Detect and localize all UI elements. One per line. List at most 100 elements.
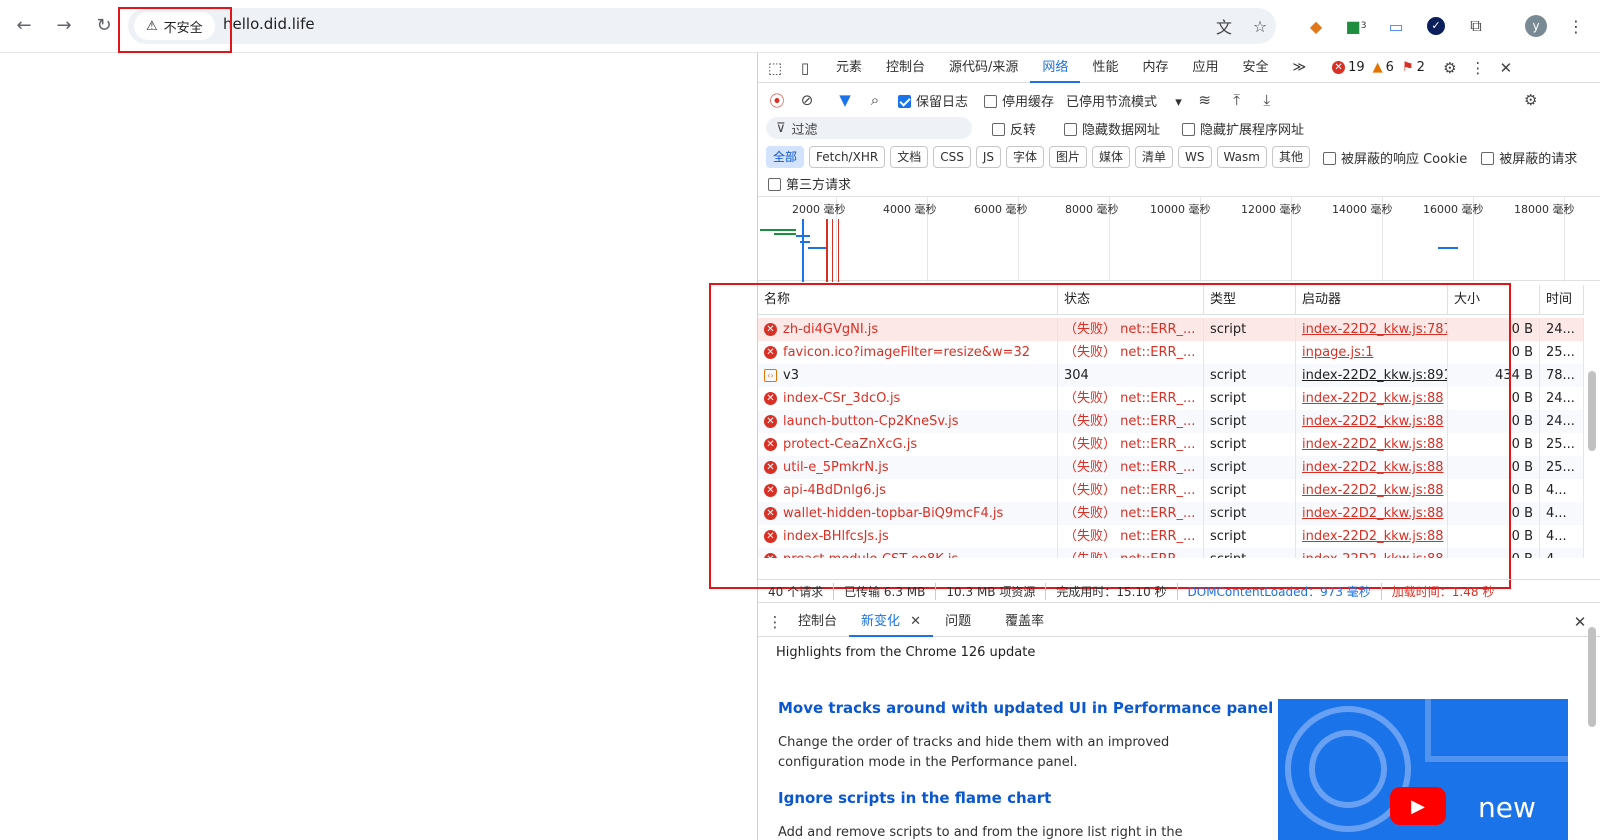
filter-funnel-icon[interactable]: ▼ <box>834 89 856 111</box>
whats-new-video-thumbnail[interactable]: ▶ new <box>1278 699 1568 840</box>
table-scrollbar[interactable] <box>1588 371 1596 451</box>
hide-extension-urls-checkbox[interactable]: 隐藏扩展程序网址 <box>1182 119 1304 138</box>
timeline-tick-label: 6000 毫秒 <box>974 203 1028 216</box>
cell-time: 24... <box>1540 318 1584 341</box>
cell-time: 4... <box>1540 479 1584 502</box>
tab-performance[interactable]: 性能 <box>1080 53 1130 83</box>
drawer-menu-icon[interactable]: ⋮ <box>764 611 786 633</box>
extension-green-icon[interactable]: ■ 3 <box>1344 14 1368 38</box>
whats-new-heading-2[interactable]: Ignore scripts in the flame chart <box>778 789 1051 807</box>
more-tabs-button[interactable]: ≫ <box>1281 53 1319 83</box>
play-button-icon[interactable]: ▶ <box>1390 787 1446 825</box>
filter-funnel-small-icon: ⊽ <box>776 120 786 136</box>
type-fetch-xhr[interactable]: Fetch/XHR <box>809 146 886 168</box>
type-css[interactable]: CSS <box>933 146 971 168</box>
cell-time: 4... <box>1540 502 1584 525</box>
summary-resources: 10.3 MB 项资源 <box>936 582 1047 600</box>
tab-memory[interactable]: 内存 <box>1130 53 1180 83</box>
third-party-checkbox[interactable]: 第三方请求 <box>768 174 851 193</box>
summary-finish: 完成用时：15.10 秒 <box>1046 582 1178 600</box>
drawer-tab-issues[interactable]: 问题 <box>933 607 983 637</box>
drawer-tab-whats-new[interactable]: 新变化 ✕ <box>849 607 934 637</box>
tab-elements[interactable]: 元素 <box>824 53 874 83</box>
waterfall-bar <box>774 233 796 235</box>
metamask-extension-icon[interactable]: ◆ <box>1304 14 1328 38</box>
type-ws[interactable]: WS <box>1178 146 1212 168</box>
type-img[interactable]: 图片 <box>1049 146 1088 168</box>
filter-input[interactable]: ⊽ 过滤 <box>766 117 972 139</box>
forward-arrow-icon[interactable]: → <box>52 14 76 38</box>
type-manifest[interactable]: 清单 <box>1135 146 1174 168</box>
timeline-tick-label: 18000 毫秒 <box>1514 203 1575 216</box>
network-settings-gear-icon[interactable]: ⚙ <box>1520 89 1542 111</box>
tab-console[interactable]: 控制台 <box>874 53 937 83</box>
blocked-requests-checkbox[interactable]: 被屏蔽的请求 <box>1481 148 1577 167</box>
hide-data-urls-checkbox[interactable]: 隐藏数据网址 <box>1064 119 1160 138</box>
waterfall-bar <box>808 247 826 249</box>
close-devtools-icon[interactable]: ✕ <box>1495 57 1517 79</box>
type-media[interactable]: 媒体 <box>1092 146 1131 168</box>
preserve-log-checkbox[interactable]: 保留日志 <box>898 91 968 110</box>
network-conditions-icon[interactable]: ≋ <box>1194 89 1216 111</box>
cell-time: 25... <box>1540 433 1584 456</box>
tab-application[interactable]: 应用 <box>1180 53 1230 83</box>
reload-icon[interactable]: ↻ <box>92 14 116 38</box>
issues-count[interactable]: ⚑ 2 <box>1402 60 1425 75</box>
extension-check-icon[interactable]: ✓ <box>1424 14 1448 38</box>
whats-new-paragraph-1: Change the order of tracks and hide them… <box>778 735 1170 770</box>
whats-new-scrollbar[interactable] <box>1588 627 1596 727</box>
type-font[interactable]: 字体 <box>1005 146 1044 168</box>
download-icon[interactable]: ⤓ <box>1256 89 1278 111</box>
blocked-cookies-checkbox[interactable]: 被屏蔽的响应 Cookie <box>1322 148 1467 167</box>
warning-count[interactable]: ▲ 6 <box>1373 60 1394 75</box>
type-all[interactable]: 全部 <box>766 146 805 168</box>
avatar[interactable]: y <box>1524 14 1548 38</box>
url-text[interactable]: hello.did.life <box>223 15 315 33</box>
summary-transferred: 已传输 6.3 MB <box>834 582 937 600</box>
cell-time: 4... <box>1540 548 1584 558</box>
timeline-tick-label: 2000 毫秒 <box>792 203 846 216</box>
settings-gear-icon[interactable]: ⚙ <box>1439 57 1461 79</box>
tab-sources[interactable]: 源代码/来源 <box>937 53 1030 83</box>
col-time[interactable]: 时间 <box>1540 284 1584 315</box>
type-wasm[interactable]: Wasm <box>1216 146 1267 168</box>
network-overview-timeline[interactable]: 2000 毫秒 4000 毫秒 6000 毫秒 8000 毫秒 10000 毫秒… <box>758 196 1600 282</box>
error-count[interactable]: ✕ 19 <box>1332 60 1365 75</box>
type-filter-row: 全部 Fetch/XHR 文档 CSS JS 字体 图片 媒体 清单 WS Wa… <box>758 142 1600 172</box>
extensions-puzzle-icon[interactable]: ⧉ <box>1464 14 1488 38</box>
whats-new-heading-1[interactable]: Move tracks around with updated UI in Pe… <box>778 699 1273 717</box>
back-arrow-icon[interactable]: ← <box>12 14 36 38</box>
more-vert-icon[interactable]: ⋮ <box>1564 14 1588 38</box>
record-stop-icon[interactable]: ⦿ <box>766 89 788 111</box>
disable-cache-checkbox[interactable]: 停用缓存 <box>984 91 1054 110</box>
close-tab-icon[interactable]: ✕ <box>910 614 921 629</box>
throttle-select[interactable]: 已停用节流模式 ▾ <box>1066 91 1182 110</box>
highlight-box-security <box>118 7 232 53</box>
translate-icon[interactable]: 文 <box>1212 14 1236 38</box>
bookmark-star-icon[interactable]: ☆ <box>1248 14 1272 38</box>
cell-time: 4... <box>1540 525 1584 548</box>
network-summary-bar: 40 个请求 已传输 6.3 MB 10.3 MB 项资源 完成用时：15.10… <box>758 579 1600 603</box>
type-other[interactable]: 其他 <box>1271 146 1310 168</box>
type-doc[interactable]: 文档 <box>890 146 929 168</box>
cell-time: 25... <box>1540 341 1584 364</box>
summary-requests: 40 个请求 <box>758 582 835 600</box>
inspect-element-icon[interactable]: ⬚ <box>764 57 786 79</box>
type-js[interactable]: JS <box>975 146 1001 168</box>
drawer-tab-console[interactable]: 控制台 <box>786 607 849 637</box>
extension-card-icon[interactable]: ▭ <box>1384 14 1408 38</box>
drawer-tab-coverage[interactable]: 覆盖率 <box>993 607 1056 637</box>
upload-icon[interactable]: ⤒ <box>1226 89 1248 111</box>
invert-checkbox[interactable]: 反转 <box>992 119 1036 138</box>
tab-security[interactable]: 安全 <box>1230 53 1280 83</box>
clear-icon[interactable]: ⊘ <box>796 89 818 111</box>
error-icon: ✕ <box>1332 61 1346 74</box>
devtools-menu-icon[interactable]: ⋮ <box>1467 57 1489 79</box>
tab-network[interactable]: 网络 <box>1030 53 1081 83</box>
search-icon[interactable]: ⌕ <box>864 89 886 111</box>
dcl-marker-line <box>802 219 804 282</box>
filter-row: ⊽ 过滤 反转 隐藏数据网址 隐藏扩展程序网址 <box>758 114 1600 142</box>
device-toolbar-icon[interactable]: ▯ <box>794 57 816 79</box>
whats-new-panel: Highlights from the Chrome 126 update Mo… <box>758 639 1584 840</box>
drawer-tabbar: ⋮ 控制台 新变化 ✕ 问题 覆盖率 ✕ <box>758 607 1600 637</box>
